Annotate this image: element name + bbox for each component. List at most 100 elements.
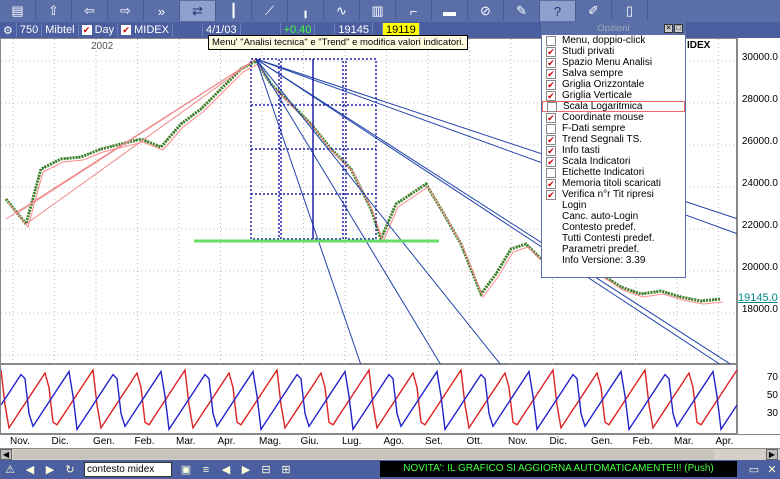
option-label: Salva sempre [562, 68, 624, 79]
option-item[interactable]: Etichette Indicatori [542, 167, 685, 178]
checkbox-checked-icon[interactable]: ✔ [546, 189, 556, 200]
index-label: IDEX [687, 40, 711, 51]
pen-icon[interactable]: ✎ [504, 1, 540, 21]
option-label: Menu, doppio-click [562, 35, 646, 46]
home-icon[interactable]: ⇧ [36, 1, 72, 21]
options-close-icon[interactable]: ✕ [664, 24, 673, 33]
checkbox-checked-icon[interactable]: ✔ [546, 90, 556, 101]
chart-scrollbar[interactable]: ◀ ▶ [0, 448, 780, 460]
option-item[interactable]: Contesto predef. [542, 222, 685, 233]
nav-left-icon[interactable]: ◀ [20, 462, 40, 478]
checkbox-checked-icon[interactable]: ✔ [546, 145, 556, 156]
index-check-icon: ✔ [121, 25, 132, 35]
checkbox-icon[interactable] [546, 35, 556, 46]
price-y-axis: 30000.0 28000.0 26000.0 24000.0 22000.0 20000… [737, 38, 780, 364]
option-item[interactable]: Parametri predef. [542, 244, 685, 255]
bar-pattern-icon[interactable]: ▬ [432, 1, 468, 21]
option-item[interactable]: ✔ Spazio Menu Analisi [542, 57, 685, 68]
save-icon[interactable]: ▣ [176, 462, 196, 478]
option-item[interactable]: ✔ Griglia Verticale [542, 90, 685, 101]
compare-icon[interactable]: ⇄ [180, 1, 216, 21]
x-month-label: Ago. [383, 436, 405, 447]
option-item[interactable]: ✔ Coordinate mouse [542, 112, 685, 123]
line-chart-icon[interactable]: ∿ [324, 1, 360, 21]
context-input[interactable]: contesto midex [84, 462, 172, 477]
option-label: Spazio Menu Analisi [562, 57, 653, 68]
layout-icon[interactable]: ▤ [0, 1, 36, 21]
option-label: Etichette Indicatori [562, 167, 645, 178]
period-selector[interactable]: ✔ Day [79, 23, 119, 37]
scroll-track[interactable] [14, 450, 714, 459]
volume-icon[interactable]: ▥ [360, 1, 396, 21]
reload-icon[interactable]: ↻ [60, 462, 80, 478]
option-item[interactable]: ✔ Griglia Orizzontale [542, 79, 685, 90]
checkbox-icon[interactable] [546, 123, 556, 134]
x-month-label: Mar. [674, 436, 694, 447]
stop-icon[interactable]: ⊘ [468, 1, 504, 21]
name-field[interactable]: Mibtel [42, 23, 79, 37]
next-icon[interactable]: ▶ [236, 462, 256, 478]
checkbox-checked-icon[interactable]: ✔ [546, 134, 556, 145]
option-item[interactable]: Login [542, 200, 685, 211]
window-icon[interactable]: ▭ [744, 462, 764, 478]
bars-icon[interactable]: ╻ [288, 1, 324, 21]
brush-icon[interactable]: ✐ [576, 1, 612, 21]
code-field[interactable]: 750 [17, 23, 43, 37]
option-item[interactable]: Canc. auto-Login [542, 211, 685, 222]
checkbox-checked-icon[interactable]: ✔ [546, 46, 556, 57]
step-icon[interactable]: ⌐ [396, 1, 432, 21]
checkbox-checked-icon[interactable]: ✔ [546, 112, 556, 123]
checkbox-checked-icon[interactable]: ✔ [546, 79, 556, 90]
y-tick-label: 24000.0 [741, 178, 778, 189]
option-item[interactable]: Menu, doppio-click [542, 35, 685, 46]
option-item[interactable]: ✔ Studi privati [542, 46, 685, 57]
x-month-label: Ott. [466, 436, 483, 447]
option-label: Info Versione: 3.39 [562, 255, 646, 266]
nav-right-icon[interactable]: ▶ [40, 462, 60, 478]
option-item[interactable]: Scala Logaritmica [542, 101, 685, 112]
checkbox-checked-icon[interactable]: ✔ [546, 57, 556, 68]
option-label: Scala Indicatori [562, 156, 631, 167]
option-item[interactable]: Info Versione: 3.39 [542, 255, 685, 266]
checkbox-checked-icon[interactable]: ✔ [546, 68, 556, 79]
fast-forward-icon[interactable]: » [144, 1, 180, 21]
index-text: MIDEX [134, 24, 169, 36]
checkbox-icon[interactable] [547, 101, 557, 112]
zoom-out-icon[interactable]: ⊟ [256, 462, 276, 478]
option-item[interactable]: ✔ Memoria titoli scaricati [542, 178, 685, 189]
option-item[interactable]: F-Dati sempre [542, 123, 685, 134]
candles-icon[interactable]: ┃ [216, 1, 252, 21]
checkbox-checked-icon[interactable]: ✔ [546, 178, 556, 189]
zoom-in-icon[interactable]: ⊞ [276, 462, 296, 478]
checkbox-checked-icon[interactable]: ✔ [546, 156, 556, 167]
option-item[interactable]: ✔ Scala Indicatori [542, 156, 685, 167]
osc-tick-label: 70 [766, 372, 778, 383]
x-month-label: Giu. [300, 436, 319, 447]
option-item[interactable]: Tutti Contesti predef. [542, 233, 685, 244]
bottom-bar: ⚠ ◀ ▶ ↻ contesto midex ▣ ≡ ◀ ▶ ⊟ ⊞ NOVIT… [0, 460, 780, 479]
scroll-left-icon[interactable]: ◀ [0, 449, 12, 460]
checkbox-icon[interactable] [546, 167, 556, 178]
warning-icon[interactable]: ⚠ [0, 462, 20, 478]
options-expand-icon[interactable]: □ [674, 24, 683, 33]
trendlines-icon[interactable]: ⟋ [252, 1, 288, 21]
option-item[interactable]: ✔ Verifica n°r Tit ripresi [542, 189, 685, 200]
scale-icon[interactable]: ▯ [612, 1, 648, 21]
oscillator-panel[interactable] [0, 364, 738, 434]
help-icon[interactable]: ? [540, 1, 576, 21]
option-item[interactable]: ✔ Salva sempre [542, 68, 685, 79]
close-app-icon[interactable]: ✕ [762, 462, 780, 478]
settings-icon[interactable]: ⚙ [0, 23, 17, 37]
option-item[interactable]: ✔ Info tasti [542, 145, 685, 156]
option-label: Login [562, 200, 587, 211]
osc-tick-label: 50 [766, 390, 778, 401]
year-label: 2002 [91, 41, 114, 52]
index-selector[interactable]: ✔ MIDEX [118, 23, 173, 37]
option-item[interactable]: ✔ Trend Segnali TS. [542, 134, 685, 145]
back-icon[interactable]: ⇦ [72, 1, 108, 21]
time-x-axis: Nov. Dic. Gen. Feb. Mar. Apr. Mag. Giu. Lug. Ago.… [0, 434, 780, 448]
forward-icon[interactable]: ⇨ [108, 1, 144, 21]
scroll-right-icon[interactable]: ▶ [766, 449, 778, 460]
prev-icon[interactable]: ◀ [216, 462, 236, 478]
stack-icon[interactable]: ≡ [196, 462, 216, 478]
